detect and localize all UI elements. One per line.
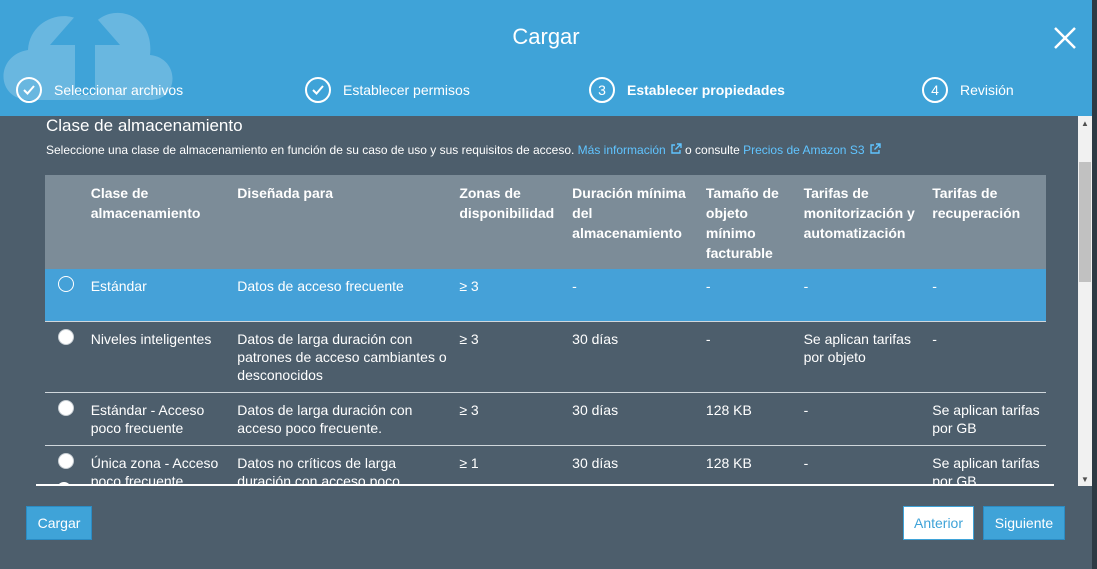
table-cell: Única zona - Acceso poco frecuente [86,445,234,486]
table-row[interactable]: Niveles inteligentes Datos de larga dura… [45,321,1046,393]
section-description: Seleccione una clase de almacenamiento e… [46,143,881,157]
table-cell: Niveles inteligentes [86,321,234,393]
col-header: Duración mínima del almacenamiento [568,175,702,269]
col-header: Tamaño de objeto mínimo facturable [701,175,800,269]
table-cell: 128 KB [701,445,800,486]
table-cell: - [701,321,800,393]
step-set-permissions[interactable]: Establecer permisos [305,77,470,103]
table-cell: - [568,269,702,322]
table-cell: Datos no críticos de larga duración con … [233,445,456,486]
table-cell: - [799,445,929,486]
col-header: Diseñada para [233,175,456,269]
dialog-content: Clase de almacenamiento Seleccione una c… [0,116,1078,486]
step-review[interactable]: 4 Revisión [922,77,1014,103]
table-cell: Se aplican tarifas por GB [928,392,1046,446]
table-cell: 30 días [568,445,702,486]
external-link-icon [869,143,881,154]
table-cell: 30 días [568,321,702,393]
table-cell: Se aplican tarifas por objeto [799,321,929,393]
storage-class-radio[interactable] [57,276,74,292]
table-cell: Datos de larga duración con patrones de … [233,321,456,393]
upload-button[interactable]: Cargar [26,506,92,540]
vertical-scrollbar[interactable]: ▲ ▼ [1078,116,1092,486]
table-cell: ≥ 3 [455,321,569,393]
table-cell: 30 días [568,392,702,446]
content-divider [36,484,1054,486]
step-label: Seleccionar archivos [54,82,184,98]
table-row[interactable]: Única zona - Acceso poco frecuente Datos… [45,445,1046,486]
step-set-properties[interactable]: 3 Establecer propiedades [589,77,785,103]
section-title: Clase de almacenamiento [46,116,243,135]
table-cell: - [799,269,929,322]
table-cell: - [701,269,800,322]
dialog-header: Cargar Seleccionar archivos Establecer p… [0,0,1092,116]
dialog-title: Cargar [512,24,580,49]
col-header: Tarifas de monitorización y automatizaci… [799,175,929,269]
col-header: Tarifas de recuperación [928,175,1046,269]
table-cell: 128 KB [701,392,800,446]
table-cell: Estándar - Acceso poco frecuente [86,392,234,446]
storage-class-radio[interactable] [57,328,74,345]
close-icon[interactable] [1051,24,1079,52]
col-header: Clase de almacenamiento [86,175,234,269]
description-text: Seleccione una clase de almacenamiento e… [46,143,575,157]
step-label: Revisión [960,82,1014,98]
check-icon [16,77,42,103]
table-cell: - [928,269,1046,322]
storage-class-radio[interactable] [57,452,74,469]
table-header-row: Clase de almacenamiento Diseñada para Zo… [45,175,1046,269]
table-cell: - [928,321,1046,393]
step-select-files[interactable]: Seleccionar archivos [16,77,183,103]
check-icon [305,77,331,103]
table-cell: ≥ 3 [455,392,569,446]
window-edge [1092,0,1097,569]
next-button[interactable]: Siguiente [983,506,1065,540]
or-text: o consulte [685,143,740,157]
table-cell: - [799,392,929,446]
step-number: 3 [589,77,615,103]
table-cell: Datos de larga duración con acceso poco … [233,392,456,446]
step-label: Establecer permisos [343,82,470,98]
col-header: Zonas de disponibilidad [455,175,569,269]
more-info-link[interactable]: Más información [578,143,682,157]
pricing-link[interactable]: Precios de Amazon S3 [743,143,881,157]
storage-class-radio[interactable] [57,399,74,416]
step-number: 4 [922,77,948,103]
table-row[interactable]: Estándar Datos de acceso frecuente ≥ 3 -… [45,269,1046,322]
table-cell: Datos de acceso frecuente [233,269,456,322]
scroll-down-arrow-icon[interactable]: ▼ [1078,472,1092,486]
table-cell: ≥ 1 [455,445,569,486]
table-cell: Estándar [86,269,234,322]
step-label: Establecer propiedades [627,82,785,98]
table-cell: Se aplican tarifas por GB [928,445,1046,486]
scroll-thumb[interactable] [1079,162,1091,282]
storage-class-table: Clase de almacenamiento Diseñada para Zo… [45,175,1046,486]
table-row[interactable]: Estándar - Acceso poco frecuente Datos d… [45,392,1046,446]
table-cell: ≥ 3 [455,269,569,322]
external-link-icon [671,143,682,154]
previous-button[interactable]: Anterior [903,506,974,540]
scroll-up-arrow-icon[interactable]: ▲ [1078,116,1092,130]
